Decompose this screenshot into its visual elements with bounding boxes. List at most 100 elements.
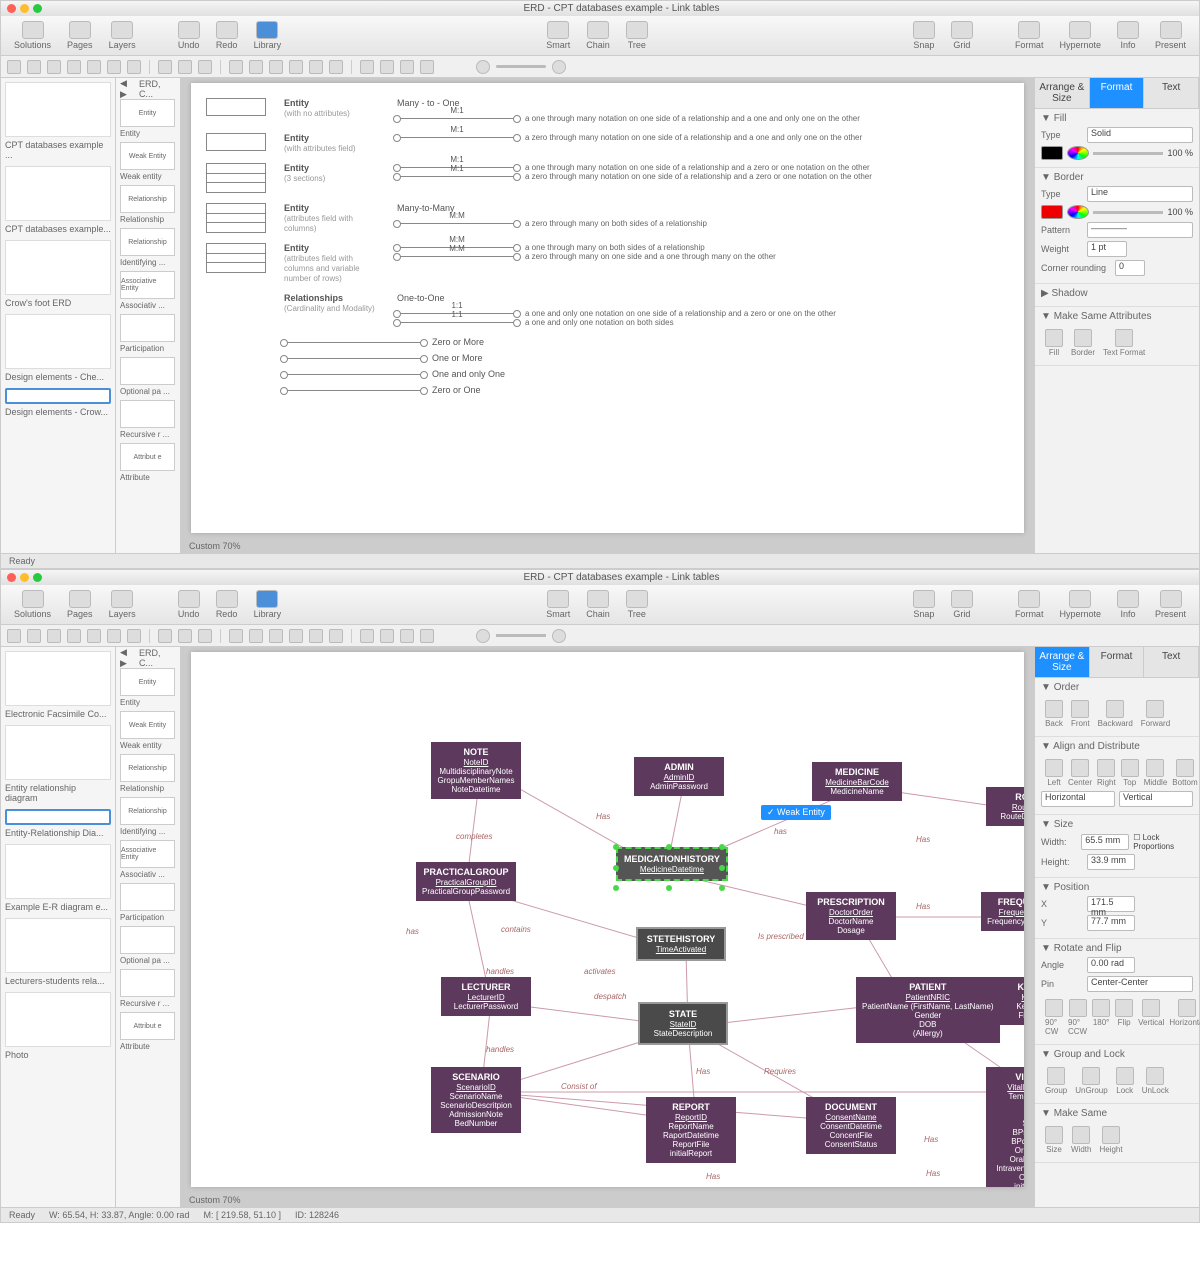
tool-icon[interactable]	[127, 629, 141, 643]
page-thumb[interactable]	[5, 388, 111, 404]
grid-button[interactable]: Grid	[946, 19, 978, 52]
tool-icon[interactable]	[309, 629, 323, 643]
tab-text[interactable]: Text	[1144, 78, 1199, 108]
redo-button[interactable]: Redo	[211, 588, 243, 621]
tool-icon[interactable]	[249, 60, 263, 74]
tool-icon[interactable]	[269, 60, 283, 74]
page-thumb[interactable]	[5, 314, 111, 369]
undo-button[interactable]: Undo	[173, 19, 205, 52]
entity-medhist[interactable]: MEDICATIONHISTORYMedicineDatetime	[616, 847, 728, 881]
line-tool[interactable]	[67, 60, 81, 74]
rotate-ccw[interactable]: 90° CCW	[1068, 999, 1087, 1036]
tab-format[interactable]: Format	[1090, 78, 1145, 108]
ungroup-button[interactable]: UnGroup	[1075, 1067, 1107, 1095]
flip-v[interactable]: Vertical	[1138, 999, 1164, 1036]
page-thumb[interactable]	[5, 844, 111, 899]
y-input[interactable]: 77.7 mm	[1087, 915, 1135, 931]
tool-icon[interactable]	[198, 60, 212, 74]
zoom-in-icon[interactable]	[552, 629, 566, 643]
flip-button[interactable]: Flip	[1115, 999, 1133, 1036]
tool-icon[interactable]	[309, 60, 323, 74]
library-shape[interactable]: Associative Entity	[120, 271, 175, 299]
library-shape[interactable]: Associative Entity	[120, 840, 175, 868]
fill-type-select[interactable]: Solid	[1087, 127, 1193, 143]
tool-icon[interactable]	[158, 60, 172, 74]
angle-input[interactable]: 0.00 rad	[1087, 957, 1135, 973]
same-text-button[interactable]: Text Format	[1103, 329, 1145, 357]
back-button[interactable]: Back	[1045, 700, 1063, 728]
chain-button[interactable]: Chain	[581, 19, 615, 52]
close-icon[interactable]	[7, 573, 16, 582]
library-shape[interactable]: Entity	[120, 99, 175, 127]
smart-button[interactable]: Smart	[541, 588, 575, 621]
page-thumb[interactable]	[5, 918, 111, 973]
library-shape[interactable]: Relationship	[120, 185, 175, 213]
snap-button[interactable]: Snap	[908, 19, 940, 52]
library-shape[interactable]: Relationship	[120, 797, 175, 825]
library-shape[interactable]	[120, 926, 175, 954]
tool-icon[interactable]	[127, 60, 141, 74]
tree-button[interactable]: Tree	[621, 19, 653, 52]
library-tabs[interactable]: ◀ ▶ ERD, C...	[120, 651, 176, 665]
snap-button[interactable]: Snap	[908, 588, 940, 621]
library-shape[interactable]	[120, 969, 175, 997]
minimize-icon[interactable]	[20, 573, 29, 582]
tool-icon[interactable]	[178, 60, 192, 74]
same-fill-button[interactable]: Fill	[1045, 329, 1063, 357]
library-shape[interactable]	[120, 314, 175, 342]
page-thumb[interactable]	[5, 240, 111, 295]
same-border-button[interactable]: Border	[1071, 329, 1095, 357]
library-shape[interactable]	[120, 357, 175, 385]
drawing-page[interactable]: Entity(with no attributes)Many - to - On…	[191, 83, 1024, 533]
tool-icon[interactable]	[360, 629, 374, 643]
library-shape[interactable]: Relationship	[120, 754, 175, 782]
flip-h[interactable]: Horizontal	[1169, 999, 1200, 1036]
rotate-180[interactable]: 180°	[1092, 999, 1110, 1036]
same-width[interactable]: Width	[1071, 1126, 1091, 1154]
info-button[interactable]: Info	[1112, 19, 1144, 52]
backward-button[interactable]: Backward	[1098, 700, 1133, 728]
tool-icon[interactable]	[289, 60, 303, 74]
border-type-select[interactable]: Line	[1087, 186, 1193, 202]
page-thumb[interactable]	[5, 82, 111, 137]
tree-button[interactable]: Tree	[621, 588, 653, 621]
entity-state[interactable]: STATEStateIDStateDescription	[638, 1002, 728, 1045]
library-shape[interactable]	[120, 883, 175, 911]
tool-icon[interactable]	[400, 60, 414, 74]
pages-button[interactable]: Pages	[62, 19, 98, 52]
tool-icon[interactable]	[420, 629, 434, 643]
library-button[interactable]: Library	[249, 19, 287, 52]
page-thumb[interactable]	[5, 725, 111, 780]
tool-icon[interactable]	[107, 60, 121, 74]
canvas[interactable]: Entity(with no attributes)Many - to - On…	[181, 78, 1034, 553]
tool-icon[interactable]	[107, 629, 121, 643]
weight-input[interactable]: 1 pt	[1087, 241, 1127, 257]
tool-icon[interactable]	[47, 629, 61, 643]
page-thumb[interactable]	[5, 651, 111, 706]
align-center[interactable]: Center	[1068, 759, 1092, 787]
pin-select[interactable]: Center-Center	[1087, 976, 1193, 992]
border-color-swatch[interactable]	[1041, 205, 1063, 219]
rotate-cw[interactable]: 90° CW	[1045, 999, 1063, 1036]
page-thumb[interactable]	[5, 166, 111, 221]
entity-stetehist[interactable]: STETEHISTORYTimeActivated	[636, 927, 726, 961]
close-icon[interactable]	[7, 4, 16, 13]
tool-icon[interactable]	[329, 629, 343, 643]
front-button[interactable]: Front	[1071, 700, 1090, 728]
tool-icon[interactable]	[87, 629, 101, 643]
tool-icon[interactable]	[7, 629, 21, 643]
hypernote-button[interactable]: Hypernote	[1054, 19, 1106, 52]
tool-icon[interactable]	[249, 629, 263, 643]
zoom-label[interactable]: Custom 70%	[189, 541, 241, 551]
width-input[interactable]: 65.5 mm	[1081, 834, 1129, 850]
drawing-page[interactable]: ✓ Weak Entity NOTENoteIDMultidisciplinar…	[191, 652, 1024, 1187]
tool-icon[interactable]	[87, 60, 101, 74]
tool-icon[interactable]	[67, 629, 81, 643]
chain-button[interactable]: Chain	[581, 588, 615, 621]
present-button[interactable]: Present	[1150, 588, 1191, 621]
entity-presc[interactable]: PRESCRIPTIONDoctorOrderDoctorNameDosage	[806, 892, 896, 940]
entity-keyword[interactable]: KEYWORDKeywordIDKeywordDescFieldsToMap	[996, 977, 1024, 1025]
tool-icon[interactable]	[269, 629, 283, 643]
distrib-h[interactable]: Horizontal	[1041, 791, 1115, 807]
zoom-in-icon[interactable]	[552, 60, 566, 74]
